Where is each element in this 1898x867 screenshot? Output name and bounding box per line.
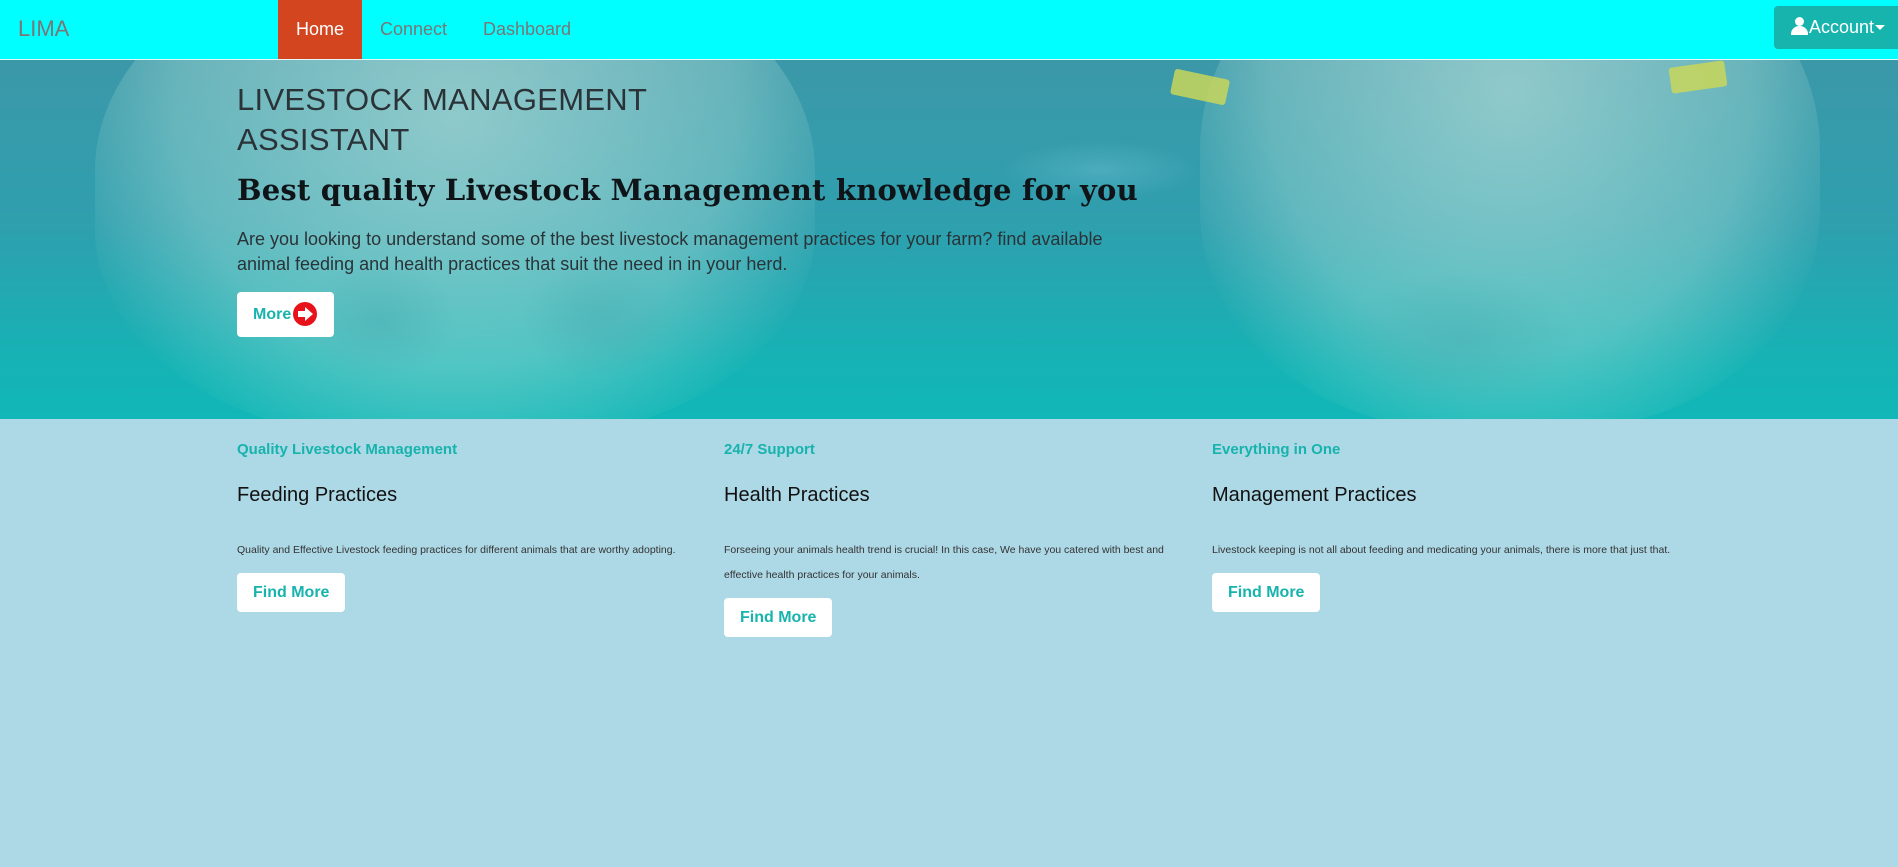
feature-kicker: Everything in One [1212,441,1341,458]
feature-card-health: 24/7 Support Health Practices Forseeing … [724,440,1184,637]
find-more-button-health[interactable]: Find More [724,598,833,637]
hero-tagline: Best quality Livestock Management knowle… [237,173,1138,207]
hero-banner: LIVESTOCK MANAGEMENT ASSISTANT Best qual… [0,60,1898,419]
hero-background-detail [520,260,680,380]
nav-connect[interactable]: Connect [362,0,465,59]
feature-card-feeding: Quality Livestock Management Feeding Pra… [237,440,697,612]
feature-kicker: 24/7 Support [724,441,815,458]
nav-dashboard[interactable]: Dashboard [465,0,589,59]
feature-title: Management Practices [1212,484,1417,506]
find-more-button-management[interactable]: Find More [1212,573,1321,612]
feature-title: Health Practices [724,484,870,506]
find-more-button-feeding[interactable]: Find More [237,573,346,612]
hero-title: LIVESTOCK MANAGEMENT ASSISTANT [237,82,647,157]
top-navbar: LIMA Home Connect Dashboard Account [0,0,1898,60]
more-button[interactable]: More [237,292,334,337]
feature-title: Feeding Practices [237,484,398,506]
nav-home[interactable]: Home [278,0,362,59]
hero-background-detail [1340,270,1580,410]
arrow-right-circle-icon [293,302,317,326]
user-icon [1791,17,1808,35]
feature-description: Forseeing your animals health trend is c… [724,544,1164,581]
more-label: More [253,306,292,323]
feature-card-management: Everything in One Management Practices L… [1212,440,1672,612]
caret-down-icon [1875,25,1886,30]
feature-description: Livestock keeping is not all about feedi… [1212,544,1671,556]
hero-description: Are you looking to understand some of th… [237,229,1103,274]
brand-logo[interactable]: LIMA [18,16,69,42]
feature-description: Quality and Effective Livestock feeding … [237,544,676,556]
account-label: Account [1809,17,1875,37]
account-dropdown-button[interactable]: Account [1774,6,1898,49]
feature-kicker: Quality Livestock Management [237,441,458,458]
